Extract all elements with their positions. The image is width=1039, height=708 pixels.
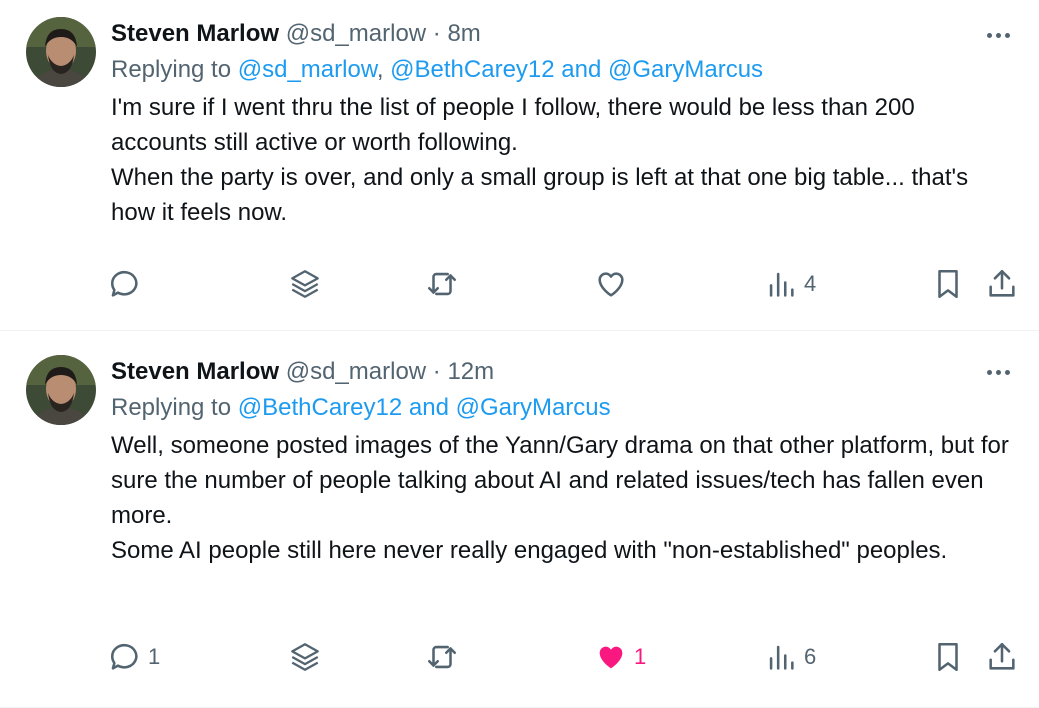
- views-button[interactable]: 6: [764, 637, 816, 677]
- avatar[interactable]: [26, 355, 96, 425]
- tweet-text: Some AI people still here never really e…: [111, 537, 948, 564]
- share-button[interactable]: [985, 264, 1019, 304]
- avatar[interactable]: [26, 17, 96, 87]
- like-button[interactable]: [594, 264, 634, 304]
- author-name[interactable]: Steven Marlow: [111, 20, 279, 47]
- author-name[interactable]: Steven Marlow: [111, 358, 279, 385]
- tweet-body: Well, someone posted images of the Yann/…: [111, 428, 1009, 568]
- layers-icon: [291, 270, 319, 298]
- share-upload-icon: [989, 269, 1015, 297]
- mention-link[interactable]: @sd_marlow: [238, 56, 377, 83]
- separator: ,: [376, 56, 391, 83]
- tweet-text: When the party is over, and only a small…: [111, 164, 969, 226]
- bookmark-icon: [938, 269, 958, 299]
- timestamp[interactable]: · 8m: [433, 20, 481, 47]
- action-bar: 4: [0, 264, 1039, 304]
- reply-button[interactable]: [108, 264, 148, 304]
- retweet-button[interactable]: [425, 264, 459, 304]
- layers-icon: [291, 643, 319, 671]
- views-button[interactable]: 4: [764, 264, 816, 304]
- speech-bubble-icon: [110, 644, 138, 670]
- bar-chart-icon: [769, 645, 794, 670]
- bookmark-button[interactable]: [931, 264, 965, 304]
- mention-link[interactable]: @BethCarey12 and @GaryMarcus: [390, 56, 763, 83]
- retweet-icon: [427, 645, 457, 669]
- mention-link[interactable]: @BethCarey12 and @GaryMarcus: [238, 394, 611, 421]
- tweet-header: Steven Marlow @sd_marlow · 12m: [111, 354, 1009, 390]
- stack-button[interactable]: [288, 637, 322, 677]
- speech-bubble-icon: [110, 271, 138, 297]
- tweet[interactable]: Steven Marlow @sd_marlow · 8m Replying t…: [0, 0, 1039, 331]
- bookmark-button[interactable]: [931, 637, 965, 677]
- reply-button[interactable]: 1: [108, 637, 160, 677]
- tweet[interactable]: Steven Marlow @sd_marlow · 12m Replying …: [0, 331, 1039, 708]
- bookmark-icon: [938, 642, 958, 672]
- like-button[interactable]: 1: [594, 637, 646, 677]
- tweet-text: Well, someone posted images of the Yann/…: [111, 432, 1009, 529]
- tweet-text: I'm sure if I went thru the list of peop…: [111, 94, 915, 156]
- views-count: 4: [804, 271, 817, 296]
- replying-to: Replying to @BethCarey12 and @GaryMarcus: [111, 390, 1009, 426]
- author-handle[interactable]: @sd_marlow: [286, 20, 426, 47]
- share-button[interactable]: [985, 637, 1019, 677]
- tweet-header: Steven Marlow @sd_marlow · 8m: [111, 16, 1009, 52]
- retweet-icon: [427, 272, 457, 296]
- reply-count: 1: [148, 644, 161, 669]
- timestamp[interactable]: · 12m: [433, 358, 494, 385]
- views-count: 6: [804, 644, 817, 669]
- heart-icon: [598, 272, 624, 297]
- replying-to: Replying to @sd_marlow, @BethCarey12 and…: [111, 52, 1009, 88]
- bar-chart-icon: [769, 272, 794, 297]
- tweet-body: I'm sure if I went thru the list of peop…: [111, 90, 1009, 230]
- replying-prefix: Replying to: [111, 56, 232, 83]
- stack-button[interactable]: [288, 264, 322, 304]
- like-count: 1: [634, 644, 647, 669]
- replying-prefix: Replying to: [111, 394, 232, 421]
- heart-icon: [599, 646, 623, 669]
- share-upload-icon: [989, 642, 1015, 670]
- author-handle[interactable]: @sd_marlow: [286, 358, 426, 385]
- retweet-button[interactable]: [425, 637, 459, 677]
- action-bar: 1 1 6: [0, 637, 1039, 677]
